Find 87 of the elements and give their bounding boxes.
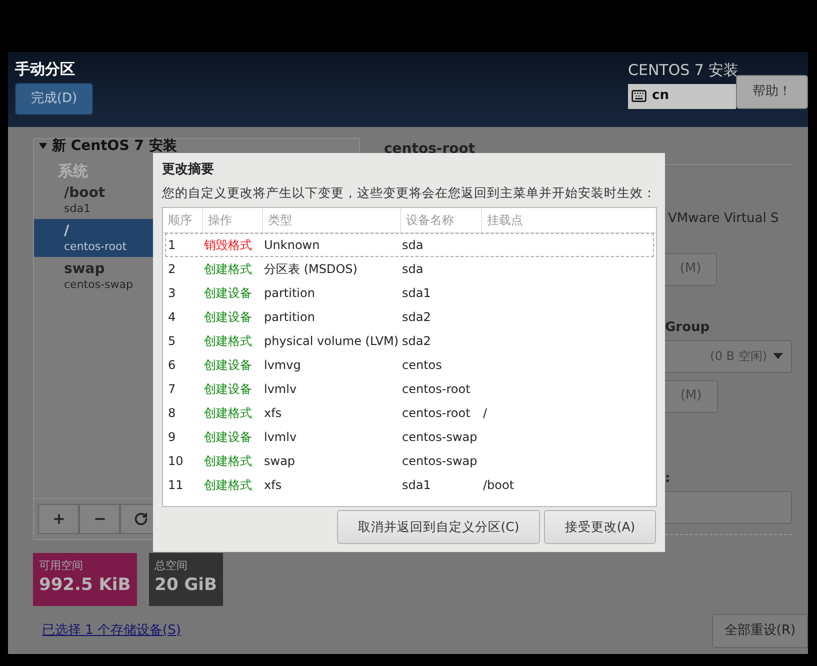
change-row[interactable]: 2 创建格式 分区表 (MSDOS) sda <box>165 257 654 281</box>
change-row[interactable]: 10 创建格式 swap centos-swap <box>165 449 654 473</box>
type-cell-text: physical volume (LVM) <box>264 333 400 350</box>
order-cell-text: 5 <box>167 333 177 350</box>
change-row[interactable]: 3 创建设备 partition sda1 <box>165 281 654 305</box>
order-cell-text: 8 <box>167 405 177 422</box>
order-cell-text: 6 <box>167 357 177 374</box>
device-cell-text: centos-root <box>402 381 472 398</box>
action-cell-text: 销毁格式 <box>204 237 253 254</box>
mount-cell-text: / <box>483 405 488 422</box>
action-cell-text: 创建设备 <box>204 357 253 374</box>
order-cell-text: 11 <box>167 477 184 494</box>
device-cell-text: sda1 <box>402 477 432 494</box>
action-cell-text: 创建设备 <box>204 285 253 302</box>
group-label: Group <box>665 320 711 336</box>
space-value: 992.5 KiB <box>39 574 131 597</box>
add-icon <box>52 512 66 526</box>
action-cell-text: 创建格式 <box>204 261 253 278</box>
action-cell-text: 创建格式 <box>204 333 253 350</box>
order-cell-text: 2 <box>167 261 177 278</box>
device-cell-text: centos-root <box>402 405 472 422</box>
action-cell-text: 创建设备 <box>204 429 253 446</box>
change-row[interactable]: 6 创建设备 lvmvg centos <box>165 353 654 377</box>
action-cell-text: 创建格式 <box>204 453 253 470</box>
change-row[interactable]: 1 销毁格式 Unknown sda <box>165 233 654 257</box>
help-button[interactable]: 帮助！ <box>736 75 808 109</box>
installation-label: 新 CentOS 7 安装 <box>52 139 177 153</box>
type-cell-text: partition <box>264 285 316 302</box>
type-cell-text: 分区表 (MSDOS) <box>264 261 358 278</box>
change-row[interactable]: 9 创建设备 lvmlv centos-swap <box>165 425 654 449</box>
order-cell-text: 7 <box>167 381 177 398</box>
action-cell-text: 创建设备 <box>204 309 253 326</box>
type-cell-text: xfs <box>264 405 283 422</box>
device-cell-text: sda <box>402 261 424 278</box>
device-name: centos-swap <box>64 278 133 292</box>
device-cell-text: centos <box>402 357 443 374</box>
device-cell-text: sda2 <box>402 333 432 350</box>
device-cell-text: sda1 <box>402 285 432 302</box>
change-row[interactable]: 4 创建设备 partition sda2 <box>165 305 654 329</box>
type-cell-text: lvmvg <box>264 357 302 374</box>
keyboard-layout-field[interactable]: cn <box>628 84 736 108</box>
accept-button[interactable]: 接受更改(A) <box>544 510 656 544</box>
action-cell-text: 创建设备 <box>204 381 253 398</box>
page-title: 手动分区 <box>15 59 76 79</box>
change-row[interactable]: 11 创建格式 xfs sda1 /boot <box>165 473 654 497</box>
device-cell-text: centos-swap <box>402 429 478 446</box>
device-cell-text: centos-swap <box>402 453 478 470</box>
device-cell-text: sda2 <box>402 309 432 326</box>
mount-point: / <box>64 222 70 240</box>
done-button[interactable]: 完成(D) <box>15 83 93 115</box>
dialog-title: 更改摘要 <box>162 161 215 179</box>
change-row[interactable]: 5 创建格式 physical volume (LVM) sda2 <box>165 329 654 353</box>
space-value: 20 GiB <box>154 574 217 597</box>
type-cell-text: swap <box>264 453 296 470</box>
change-row[interactable]: 7 创建设备 lvmlv centos-root <box>165 377 654 401</box>
reset-button[interactable]: 全部重设(R) <box>712 614 808 648</box>
order-cell-text: 4 <box>167 309 177 326</box>
order-cell-text: 1 <box>167 237 177 254</box>
device-label: VMware Virtual S <box>668 210 780 228</box>
refresh-icon <box>134 512 148 526</box>
add-button[interactable] <box>38 504 79 534</box>
device-name: sda1 <box>64 202 90 216</box>
action-cell-text: 创建格式 <box>204 405 253 422</box>
field-label: : <box>665 470 672 486</box>
space-label: 可用空间 <box>39 559 84 573</box>
cancel-button[interactable]: 取消并返回到自定义分区(C) <box>337 510 540 544</box>
space-label: 总空间 <box>154 559 189 573</box>
action-cell-text: 创建格式 <box>204 477 253 494</box>
dropdown-arrow-icon <box>773 353 783 359</box>
type-cell-text: xfs <box>264 477 283 494</box>
detail-title: centos-root <box>384 140 476 158</box>
order-cell-text: 10 <box>167 453 184 470</box>
text-field[interactable] <box>665 490 792 524</box>
device-cell-text: sda <box>402 237 424 254</box>
keyboard-icon <box>631 88 647 104</box>
type-cell-text: Unknown <box>264 237 321 254</box>
order-cell-text: 9 <box>167 429 177 446</box>
change-row[interactable]: 8 创建格式 xfs centos-root / <box>165 401 654 425</box>
device-name: centos-root <box>64 240 127 254</box>
mount-point: swap <box>64 260 105 278</box>
type-cell-text: partition <box>264 309 316 326</box>
order-cell-text: 3 <box>167 285 177 302</box>
mount-point: /boot <box>64 184 106 202</box>
mount-cell-text: /boot <box>483 477 514 494</box>
dialog-message: 您的自定义更改将产生以下变更，这些变更将会在您返回到主菜单并开始安装时生效： <box>162 185 656 201</box>
type-cell-text: lvmlv <box>264 381 298 398</box>
type-cell-text: lvmlv <box>264 429 298 446</box>
